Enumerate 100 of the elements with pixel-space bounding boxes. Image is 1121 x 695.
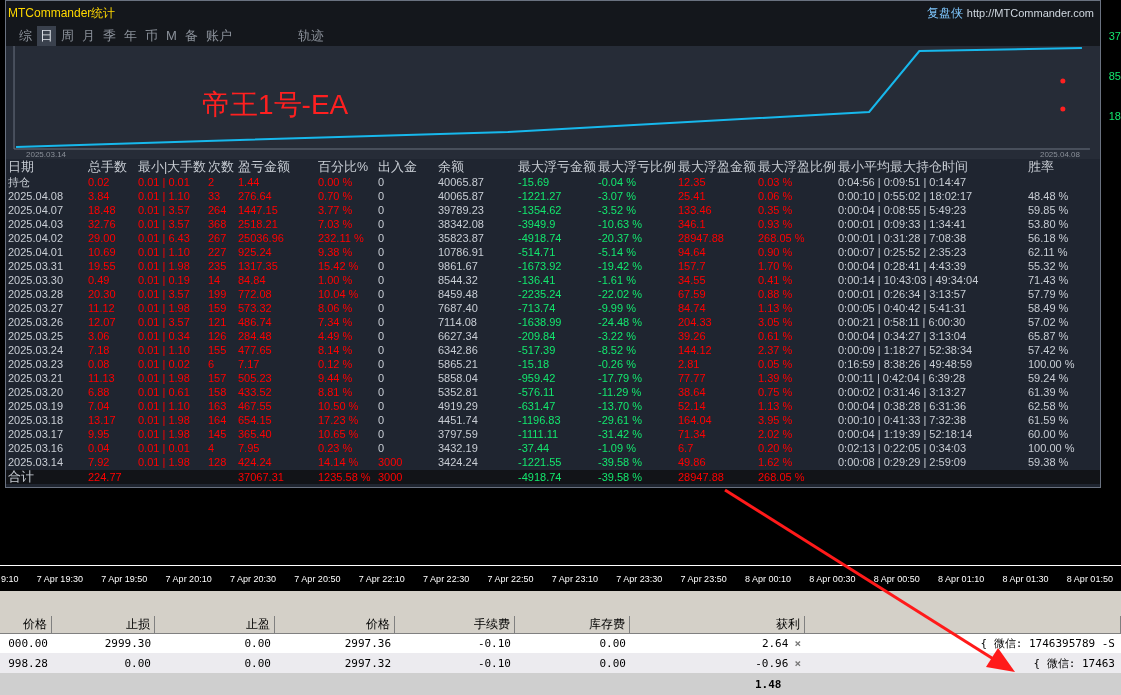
period-tab[interactable]: 月 xyxy=(79,25,98,46)
table-cell-text: 0.01 | 0.34 xyxy=(138,329,191,343)
table-cell-text: -1673.92 xyxy=(518,259,563,273)
table-cell-text: -39.58 % xyxy=(598,455,644,469)
table-cell-text: 0.04 xyxy=(88,441,111,455)
table-cell-text: -1.09 % xyxy=(598,441,637,455)
table-cell-text: 0.01 | 1.98 xyxy=(138,301,191,315)
table-cell-text: -2235.24 xyxy=(518,287,563,301)
table-cell-text: 39789.23 xyxy=(438,203,485,217)
marker-dot xyxy=(1060,106,1066,112)
table-cell-text: 1.39 % xyxy=(758,371,794,385)
table-cell-text: 128 xyxy=(208,455,228,469)
table-cell-text: 2.81 xyxy=(678,357,701,371)
table-cell-text: 2025.03.20 xyxy=(8,385,65,399)
table-cell-text: 1447.15 xyxy=(238,203,279,217)
table-cell-text: 3432.19 xyxy=(438,441,479,455)
table-cell-text: 52.14 xyxy=(678,399,707,413)
table-cell-text: 0.00 % xyxy=(318,175,354,189)
column-header[interactable]: 价格 xyxy=(275,616,395,634)
period-tab[interactable]: 年 xyxy=(121,25,140,46)
table-cell-text: 10.65 % xyxy=(318,427,360,441)
table-cell-text: 0.61 % xyxy=(758,329,794,343)
column-header[interactable]: 止盈 xyxy=(155,616,275,634)
table-cell-text: 268.05 % xyxy=(758,470,806,484)
table-cell-text: 12.35 xyxy=(678,175,707,189)
table-cell-text: 37067.31 xyxy=(238,470,285,484)
table-cell-text: 61.59 % xyxy=(1028,413,1070,427)
table-cell-text: 2025.03.23 xyxy=(8,357,65,371)
table-cell-text: 14.14 % xyxy=(318,455,360,469)
table-cell-text: 11.12 xyxy=(88,301,116,315)
marker-dot xyxy=(1060,78,1066,84)
column-header[interactable]: 获利 xyxy=(630,616,805,634)
column-header[interactable]: 库存费 xyxy=(515,616,630,634)
axis-label: 18 xyxy=(1108,110,1121,122)
table-cell-text: -3.52 % xyxy=(598,203,637,217)
period-tab[interactable]: 季 xyxy=(100,25,119,46)
table-cell-text: 0.01 | 1.10 xyxy=(138,189,191,203)
period-tab[interactable]: 综 xyxy=(16,25,35,46)
table-cell-text: 59.38 % xyxy=(1028,455,1070,469)
table-cell-text: 2997.36 xyxy=(343,636,392,650)
table-cell-text: 57.02 % xyxy=(1028,315,1070,329)
table-cell-text: 0.01 | 1.10 xyxy=(138,399,191,413)
table-cell-text: 0:00:04 | 0:08:55 | 5:49:23 xyxy=(838,203,968,217)
period-tab[interactable]: 日 xyxy=(37,25,56,46)
table-cell-text: 0:00:01 | 0:26:34 | 3:13:57 xyxy=(838,287,968,301)
time-label: 8 Apr 01:50 xyxy=(1066,573,1113,584)
table-cell-text: 0:02:13 | 0:22:05 | 0:34:03 xyxy=(838,441,968,455)
column-header: 最大浮亏金额 xyxy=(518,159,597,176)
column-header[interactable]: 价格 xyxy=(0,616,52,634)
table-cell-text: 0.01 | 1.98 xyxy=(138,455,191,469)
table-cell-text: -22.02 % xyxy=(598,287,644,301)
table-cell-text: 56.18 % xyxy=(1028,231,1070,245)
table-cell-text: 59.85 % xyxy=(1028,203,1070,217)
table-cell-text: 0:04:56 | 0:09:51 | 0:14:47 xyxy=(838,175,968,189)
close-button[interactable]: × xyxy=(794,656,801,670)
table-cell-text: 2025.03.16 xyxy=(8,441,65,455)
table-cell-text: 3.05 % xyxy=(758,315,794,329)
table-cell-text: 204.33 xyxy=(678,315,713,329)
table-cell-text: 0 xyxy=(378,245,386,259)
period-tab[interactable]: M xyxy=(163,27,180,44)
table-cell-text: 57.42 % xyxy=(1028,343,1070,357)
table-cell-text: 2025.03.30 xyxy=(8,273,65,287)
table-cell-text: 0.12 % xyxy=(318,357,354,371)
table-cell-text: -1638.99 xyxy=(518,315,563,329)
table-cell-text: 2.37 % xyxy=(758,343,794,357)
table-cell-text: 55.32 % xyxy=(1028,259,1070,273)
table-cell-text: 163 xyxy=(208,399,228,413)
period-tab[interactable]: 账户 xyxy=(202,25,235,46)
column-header: 日期 xyxy=(8,159,35,176)
table-cell-text: 2025.04.08 xyxy=(8,189,65,203)
table-cell-text: 0 xyxy=(378,231,386,245)
table-cell-text: 0 xyxy=(378,273,386,287)
table-cell-text: 2025.03.25 xyxy=(8,329,65,343)
table-cell: -0.96 xyxy=(755,656,789,670)
table-cell-text: 998.28 xyxy=(7,656,49,670)
period-tab[interactable]: 备 xyxy=(181,25,201,46)
table-cell-text: 264 xyxy=(208,203,228,217)
table-cell-text: 7.34 % xyxy=(318,315,354,329)
table-cell-text: 0.75 % xyxy=(758,385,794,399)
table-cell-text: 65.87 % xyxy=(1028,329,1070,343)
column-header[interactable]: 止损 xyxy=(52,616,155,634)
table-cell-text: -8.52 % xyxy=(598,343,637,357)
table-cell-text: -39.58 % xyxy=(598,470,644,484)
table-cell-text: 48.48 % xyxy=(1028,189,1070,203)
period-tab[interactable]: 币 xyxy=(142,25,161,46)
table-cell-text: 9.95 xyxy=(88,427,111,441)
table-cell-text: 3.95 % xyxy=(758,413,794,427)
table-cell-text: 0.01 | 0.61 xyxy=(138,385,191,399)
close-button[interactable]: × xyxy=(794,636,801,650)
website-link[interactable]: http://MTCommander.com xyxy=(966,7,1094,19)
period-tab[interactable]: 轨迹 xyxy=(294,25,327,46)
table-cell-text: -4918.74 xyxy=(518,470,563,484)
table-cell-text: 49.86 xyxy=(678,455,707,469)
table-cell-text: -0.10 xyxy=(476,636,512,650)
table-cell-text: 3.06 xyxy=(88,329,111,343)
table-cell-text: 0 xyxy=(378,441,386,455)
column-header: 盈亏金额 xyxy=(238,159,291,176)
period-tab[interactable]: 周 xyxy=(58,25,77,46)
table-cell-text: 8459.48 xyxy=(438,287,479,301)
column-header[interactable]: 手续费 xyxy=(395,616,515,634)
